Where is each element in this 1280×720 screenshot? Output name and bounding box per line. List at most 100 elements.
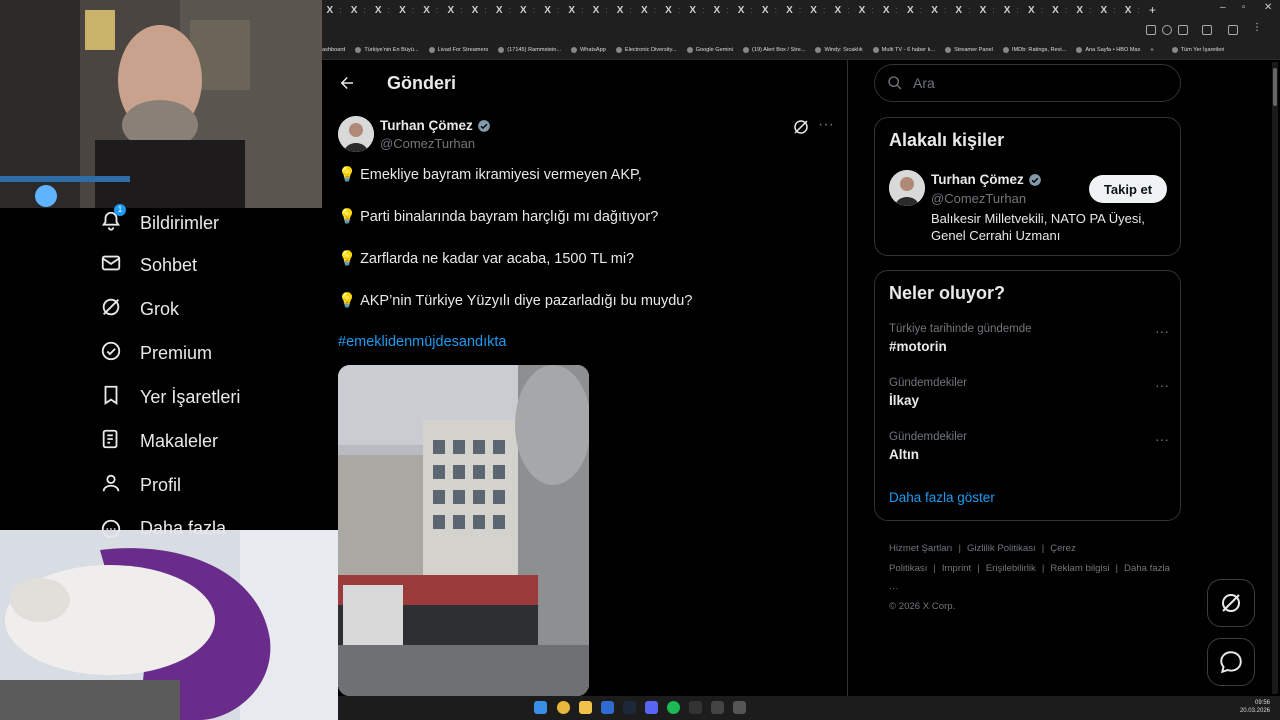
new-tab-button[interactable]: + [1144,3,1160,17]
browser-tab[interactable]: X: [830,0,854,20]
zoom-icon[interactable] [1162,25,1172,35]
trend-item[interactable]: Türkiye tarihinde gündemde #motorin ··· [889,323,1169,354]
tab-close-icon[interactable]: : [508,5,511,15]
app-icon[interactable] [711,701,724,714]
spotify-icon[interactable] [667,701,680,714]
browser-tab[interactable]: X: [757,0,781,20]
nav-item-person[interactable]: Profil [100,470,181,500]
browser-tab[interactable]: X: [564,0,588,20]
tab-close-icon[interactable]: : [775,5,778,15]
tab-close-icon[interactable]: : [436,5,439,15]
browser-tab[interactable]: X: [346,0,370,20]
browser-tab[interactable]: X: [612,0,636,20]
related-avatar[interactable] [889,170,925,206]
nav-item-grok[interactable]: Grok [100,294,179,324]
tab-close-icon[interactable]: : [968,5,971,15]
browser-tab[interactable]: X: [1048,0,1072,20]
tab-close-icon[interactable]: : [363,5,366,15]
bookmark-item[interactable]: Windy: Sıcaklık [815,46,863,53]
tab-close-icon[interactable]: : [460,5,463,15]
tab-close-icon[interactable]: : [1137,5,1140,15]
author-name[interactable]: Turhan Çömez [380,118,491,133]
cast-icon[interactable] [1146,25,1156,35]
browser-tab[interactable]: X: [540,0,564,20]
trend-more-icon[interactable]: ··· [1155,431,1169,447]
nav-item-article[interactable]: Makaleler [100,426,218,456]
bookmark-item[interactable]: ashboard [322,47,345,53]
bookmark-item[interactable]: IMDb: Ratings, Revi... [1002,46,1066,53]
tab-close-icon[interactable]: : [581,5,584,15]
nav-item-more-circle[interactable]: Daha fazla [100,518,226,538]
grok-icon[interactable] [792,118,810,136]
tab-close-icon[interactable]: : [750,5,753,15]
browser-tab[interactable]: X: [491,0,515,20]
tab-close-icon[interactable]: : [944,5,947,15]
discord-icon[interactable] [645,701,658,714]
related-name[interactable]: Turhan Çömez [931,172,1042,187]
browser-tab[interactable]: X: [1023,0,1047,20]
browser-tab[interactable]: X: [419,0,443,20]
browser-tab[interactable]: X: [685,0,709,20]
bookmark-item[interactable]: (19) Alert Box / Stre... [742,46,805,53]
browser-tab[interactable]: X: [1120,0,1144,20]
browser-tab[interactable]: X: [1072,0,1096,20]
bookmark-item[interactable]: Electronic Diversity... [615,46,677,53]
browser-tab[interactable]: X: [878,0,902,20]
browser-tab[interactable]: X: [661,0,685,20]
nav-item-bell[interactable]: 1 Bildirimler [100,203,219,238]
app-icon[interactable] [733,701,746,714]
bookmark-item[interactable]: Tüm Yer İşaretleri [1171,46,1224,53]
close-window-button[interactable]: ✕ [1264,2,1272,13]
browser-tab[interactable]: X: [443,0,467,20]
browser-tab[interactable]: X: [467,0,491,20]
browser-tab[interactable]: X: [927,0,951,20]
tab-close-icon[interactable]: : [388,5,391,15]
footer-link[interactable]: Erişilebilirlik [986,563,1036,574]
tab-close-icon[interactable]: : [339,5,342,15]
tab-close-icon[interactable]: : [1065,5,1068,15]
author-avatar[interactable] [338,116,374,152]
browser-tab[interactable]: X: [975,0,999,20]
browser-tab[interactable]: X: [636,0,660,20]
footer-link[interactable]: Hizmet Şartları [889,543,952,554]
grok-fab[interactable] [1207,579,1255,627]
tab-close-icon[interactable]: : [702,5,705,15]
menu-icon[interactable]: ⋮ [1252,22,1262,33]
app-icon[interactable] [601,701,614,714]
browser-tab[interactable]: X: [588,0,612,20]
tab-close-icon[interactable]: : [1041,5,1044,15]
bookmark-item[interactable]: Streamer Panel [945,46,993,53]
bookmark-item[interactable]: WhatsApp [571,46,606,53]
follow-button[interactable]: Takip et [1089,175,1167,203]
browser-tab[interactable]: X: [951,0,975,20]
tab-close-icon[interactable]: : [895,5,898,15]
browser-tab[interactable]: X: [854,0,878,20]
browser-tab[interactable]: X: [1096,0,1120,20]
back-button[interactable] [338,74,356,98]
hashtag-link[interactable]: #emeklidenmüjdesandıkta [338,334,506,350]
footer-link[interactable]: Gizlilik Politikası [967,543,1036,554]
author-handle[interactable]: @ComezTurhan [380,136,475,151]
browser-tab[interactable]: X: [903,0,927,20]
footer-link[interactable]: Reklam bilgisi [1050,563,1109,574]
browser-tab[interactable]: X: [999,0,1023,20]
browser-tab[interactable]: X: [806,0,830,20]
tab-close-icon[interactable]: : [1113,5,1116,15]
footer-link[interactable]: Imprint [942,563,971,574]
browser-tab[interactable]: X: [370,0,394,20]
tab-close-icon[interactable]: : [992,5,995,15]
tab-close-icon[interactable]: : [799,5,802,15]
scrollbar-thumb[interactable] [1273,68,1277,106]
browser-tab[interactable]: X: [395,0,419,20]
start-icon[interactable] [534,701,547,714]
search-input[interactable]: Ara [874,64,1181,102]
browser-tab[interactable]: X: [733,0,757,20]
tab-close-icon[interactable]: : [412,5,415,15]
tab-close-icon[interactable]: : [533,5,536,15]
nav-item-bookmark[interactable]: Yer İşaretleri [100,382,240,412]
trend-item[interactable]: Gündemdekiler İlkay ··· [889,377,1169,408]
tab-close-icon[interactable]: : [629,5,632,15]
profile-icon[interactable] [1228,25,1238,35]
tab-close-icon[interactable]: : [557,5,560,15]
minimize-button[interactable]: – [1220,2,1226,13]
